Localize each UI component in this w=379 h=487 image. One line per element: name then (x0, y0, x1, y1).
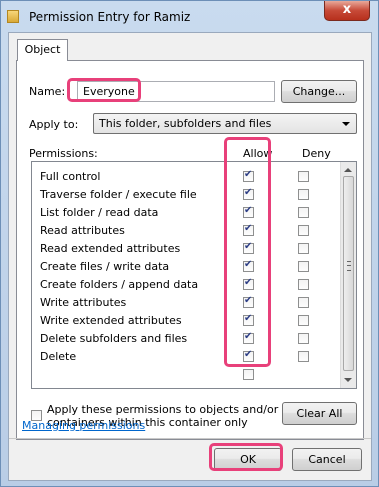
name-label: Name: (29, 85, 66, 98)
permission-row: Traverse folder / execute file (32, 186, 324, 204)
permission-label: Write extended attributes (40, 314, 182, 327)
allow-checkbox[interactable] (243, 259, 254, 272)
name-field[interactable]: Everyone (77, 81, 275, 102)
managing-permissions-link[interactable]: Managing permissions (22, 419, 145, 432)
deny-checkbox[interactable] (298, 189, 309, 200)
chevron-down-icon (342, 122, 350, 126)
apply-to-label: Apply to: (29, 118, 79, 131)
allow-column-header: Allow (243, 147, 273, 160)
window-title: Permission Entry for Ramiz (29, 10, 191, 24)
change-button[interactable]: Change... (281, 80, 357, 103)
deny-checkbox[interactable] (298, 315, 309, 326)
permission-row: Delete subfolders and files (32, 330, 324, 348)
footer-separator (9, 438, 371, 439)
title-bar[interactable]: Permission Entry for Ramiz x (1, 1, 378, 31)
permission-label: Traverse folder / execute file (40, 188, 197, 201)
permission-label: Full control (40, 170, 101, 183)
deny-checkbox[interactable] (298, 225, 309, 236)
allow-checkbox[interactable] (243, 223, 254, 236)
permission-label: Read extended attributes (40, 242, 181, 255)
allow-checkbox[interactable] (243, 313, 254, 326)
close-button[interactable]: x (324, 1, 370, 21)
permission-row: List folder / read data (32, 204, 324, 222)
deny-checkbox[interactable] (298, 207, 309, 218)
allow-checkbox[interactable] (243, 349, 254, 362)
ok-button[interactable]: OK (214, 448, 282, 471)
tab-object[interactable]: Object (17, 39, 68, 61)
permission-label: Read attributes (40, 224, 125, 237)
permissions-label: Permissions: (29, 147, 98, 160)
deny-checkbox[interactable] (298, 279, 309, 290)
permission-row: Write attributes (32, 294, 324, 312)
permission-label: Write attributes (40, 296, 127, 309)
clear-all-button[interactable]: Clear All (282, 402, 357, 425)
cancel-button[interactable]: Cancel (292, 448, 362, 471)
allow-checkbox[interactable] (243, 331, 254, 344)
allow-checkbox[interactable] (243, 369, 254, 380)
deny-checkbox[interactable] (298, 171, 309, 182)
permission-label: List folder / read data (40, 206, 159, 219)
permission-row: Full control (32, 168, 324, 186)
permission-label: Create folders / append data (40, 278, 199, 291)
permission-label: Create files / write data (40, 260, 170, 273)
vertical-scrollbar[interactable] (340, 162, 356, 388)
scroll-down-icon[interactable] (344, 378, 352, 382)
permission-row: Read extended attributes (32, 240, 324, 258)
deny-checkbox[interactable] (298, 243, 309, 254)
grip-icon (347, 261, 351, 271)
permission-row: Write extended attributes (32, 312, 324, 330)
permission-row: Create files / write data (32, 258, 324, 276)
permission-row: Delete (32, 348, 324, 366)
permission-label: Delete (40, 350, 77, 363)
deny-checkbox[interactable] (298, 333, 309, 344)
object-tab-panel: Name: Everyone Change... Apply to: This … (16, 60, 364, 440)
apply-to-value: This folder, subfolders and files (99, 117, 272, 130)
permission-entry-dialog: Permission Entry for Ramiz x Object Name… (0, 0, 379, 487)
allow-checkbox[interactable] (243, 205, 254, 218)
allow-checkbox[interactable] (243, 277, 254, 290)
permission-row: Create folders / append data (32, 276, 324, 294)
deny-checkbox[interactable] (298, 351, 309, 362)
permission-row-partial (32, 366, 324, 384)
permission-row: Read attributes (32, 222, 324, 240)
scroll-up-icon[interactable] (344, 168, 352, 172)
deny-checkbox[interactable] (298, 297, 309, 308)
allow-checkbox[interactable] (243, 295, 254, 308)
allow-checkbox[interactable] (243, 241, 254, 254)
permission-label: Delete subfolders and files (40, 332, 188, 345)
dialog-client-area: Object Name: Everyone Change... Apply to… (8, 32, 372, 481)
scroll-thumb[interactable] (343, 176, 354, 371)
apply-within-line1: Apply these permissions to objects and/o… (47, 403, 279, 416)
deny-column-header: Deny (302, 147, 331, 160)
permissions-list: Full control Traverse folder / execute f… (31, 161, 357, 389)
apply-to-select[interactable]: This folder, subfolders and files (93, 113, 357, 134)
deny-checkbox[interactable] (298, 261, 309, 272)
allow-checkbox[interactable] (243, 169, 254, 182)
allow-checkbox[interactable] (243, 187, 254, 200)
folder-icon (7, 10, 19, 23)
